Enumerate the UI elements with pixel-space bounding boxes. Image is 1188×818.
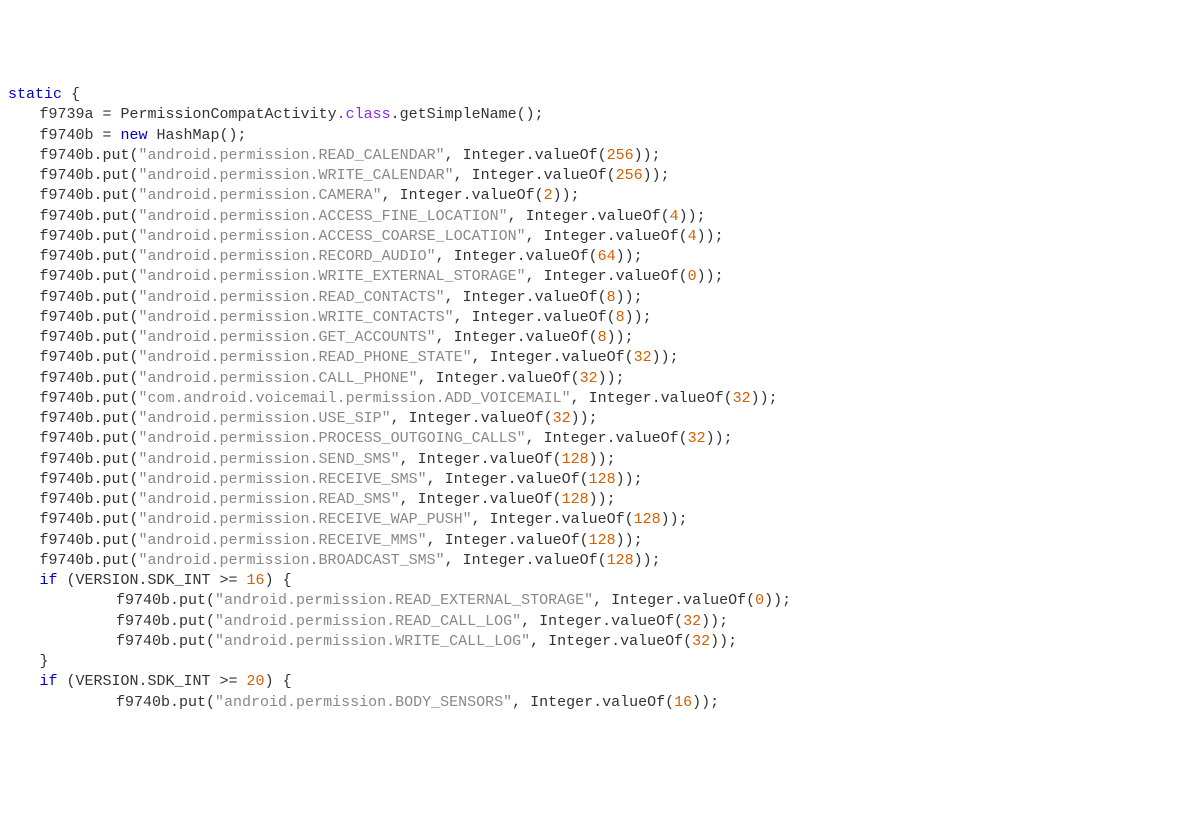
code-block: static {f9739a = PermissionCompatActivit…	[8, 85, 1180, 713]
